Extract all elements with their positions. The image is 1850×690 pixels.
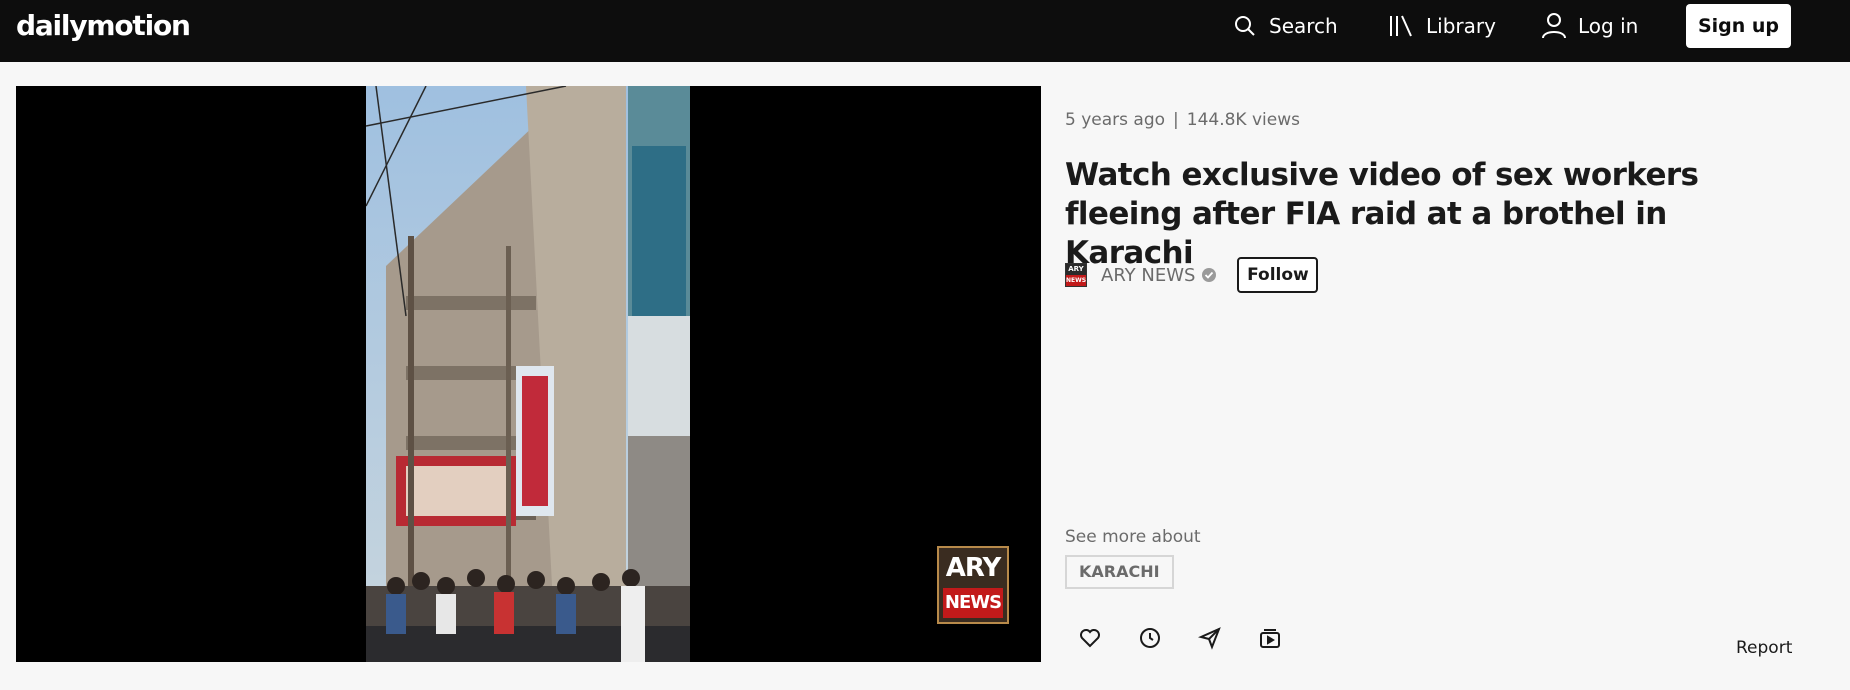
search-icon [1235,16,1255,36]
signup-button[interactable]: Sign up [1686,4,1791,48]
upload-age: 5 years ago [1065,110,1166,130]
share-icon[interactable] [1198,626,1222,650]
watermark-line2: NEWS [943,588,1003,618]
nav-login-label: Log in [1578,14,1639,38]
action-bar [1078,626,1282,650]
video-frame [366,86,690,662]
dailymotion-logo[interactable]: dailymotion [16,8,191,44]
avatar-line1: ARY [1066,264,1086,275]
channel-row: ARY NEWS ARY NEWS Follow [1065,256,1319,294]
see-more-about-label: See more about [1065,527,1201,547]
playlist-icon[interactable] [1258,626,1282,650]
verified-icon [1202,268,1217,282]
video-meta: 5 years ago | 144.8K views [1065,110,1300,130]
user-icon [1542,13,1566,39]
channel-avatar[interactable]: ARY NEWS [1065,263,1087,287]
clock-icon[interactable] [1138,626,1162,650]
tag-karachi[interactable]: KARACHI [1065,555,1174,589]
nav-library-label: Library [1426,14,1496,38]
nav-search-label: Search [1269,14,1338,38]
meta-separator: | [1173,110,1179,130]
nav-login[interactable]: Log in [1542,8,1638,44]
video-player[interactable]: ARY NEWS [16,86,1041,662]
view-count: 144.8K views [1186,110,1300,130]
nav-library[interactable]: Library [1388,8,1496,44]
library-icon [1390,15,1412,37]
top-bar: dailymotion Search Library Log in Sign u… [0,0,1850,62]
channel-name[interactable]: ARY NEWS [1101,265,1195,286]
video-still [366,86,690,662]
report-link[interactable]: Report [1736,638,1792,658]
follow-button[interactable]: Follow [1237,257,1319,293]
watermark-line1: ARY [945,553,1002,583]
avatar-line2: NEWS [1066,277,1087,284]
ary-news-watermark: ARY NEWS [937,546,1009,624]
heart-icon[interactable] [1078,626,1102,650]
nav-search[interactable]: Search [1233,8,1338,44]
